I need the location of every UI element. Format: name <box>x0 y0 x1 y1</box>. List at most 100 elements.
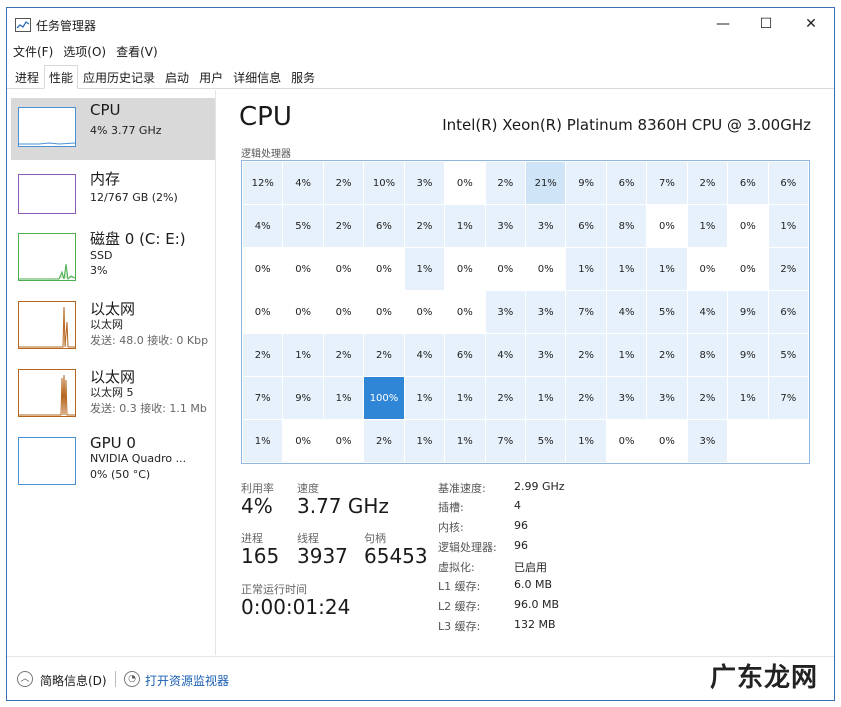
core-cell: 4% <box>687 291 728 333</box>
core-cell: 3% <box>606 377 647 419</box>
sidebar-item-ethernet-1[interactable]: 以太网 以太网 发送: 48.0 接收: 0 Kbp <box>11 295 215 357</box>
chevron-up-icon[interactable]: ︿ <box>17 671 33 687</box>
tab-users[interactable]: 用户 <box>194 65 228 89</box>
core-cell: 1% <box>647 248 687 290</box>
core-cell: 5% <box>525 420 566 462</box>
core-cell: 9% <box>728 291 768 333</box>
core-cell: 12% <box>243 162 283 204</box>
base-speed-label: 基准速度: <box>438 482 486 495</box>
tab-performance[interactable]: 性能 <box>44 65 79 89</box>
core-cell: 7% <box>485 420 525 462</box>
sidebar-item-disk[interactable]: 磁盘 0 (C: E:) SSD 3% <box>11 225 215 287</box>
core-cell: 4% <box>404 334 445 376</box>
core-cell: 9% <box>283 377 323 419</box>
sidebar-item-ethernet-2[interactable]: 以太网 以太网 5 发送: 0.3 接收: 1.1 Mb <box>11 363 215 425</box>
core-cell: 2% <box>687 377 728 419</box>
core-cell: 0% <box>647 420 687 462</box>
sidebar-item-gpu[interactable]: GPU 0 NVIDIA Quadro ... 0% (50 °C) <box>11 431 215 493</box>
core-cell: 1% <box>525 377 566 419</box>
l3-cache-label: L3 缓存: <box>438 620 481 633</box>
core-cell <box>728 420 768 462</box>
ethernet-thumbnail-graph <box>18 301 76 349</box>
minimize-button[interactable]: — <box>703 12 743 36</box>
tab-processes[interactable]: 进程 <box>10 65 44 89</box>
core-cell: 9% <box>728 334 768 376</box>
core-cell: 2% <box>243 334 283 376</box>
core-cell: 0% <box>243 291 283 333</box>
core-cell: 0% <box>283 248 323 290</box>
core-cell: 2% <box>404 205 445 247</box>
core-cell: 3% <box>525 205 566 247</box>
menu-options[interactable]: 选项(O) <box>63 43 106 60</box>
core-cell: 5% <box>647 291 687 333</box>
core-cell: 5% <box>283 205 323 247</box>
core-cell: 0% <box>323 291 364 333</box>
maximize-button[interactable]: ☐ <box>746 12 786 36</box>
core-cell: 1% <box>445 377 485 419</box>
core-cell: 2% <box>364 334 404 376</box>
l1-cache-value: 6.0 MB <box>514 578 553 591</box>
resource-monitor-icon[interactable]: ◔ <box>124 671 140 687</box>
page-title: CPU <box>239 102 292 132</box>
core-cell: 1% <box>404 248 445 290</box>
core-cell: 0% <box>445 162 485 204</box>
core-cell: 100% <box>364 377 404 419</box>
core-cell: 0% <box>445 291 485 333</box>
core-cell: 6% <box>768 291 808 333</box>
close-button[interactable]: ✕ <box>791 12 831 36</box>
sidebar-item-memory[interactable]: 内存 12/767 GB (2%) <box>11 165 215 227</box>
core-cell: 21% <box>525 162 566 204</box>
sidebar-item-name: GPU 0 <box>90 434 136 452</box>
core-cell: 10% <box>364 162 404 204</box>
core-cell: 2% <box>647 334 687 376</box>
menu-file[interactable]: 文件(F) <box>13 43 53 60</box>
virtualization-value: 已启用 <box>514 561 547 574</box>
tab-services[interactable]: 服务 <box>286 65 320 89</box>
menu-view[interactable]: 查看(V) <box>116 43 158 60</box>
core-cell: 0% <box>283 420 323 462</box>
core-cell: 6% <box>445 334 485 376</box>
core-cell: 7% <box>243 377 283 419</box>
core-cell: 9% <box>566 162 606 204</box>
sockets-value: 4 <box>514 499 521 512</box>
tab-startup[interactable]: 启动 <box>160 65 194 89</box>
core-cell: 1% <box>404 377 445 419</box>
cpu-model: Intel(R) Xeon(R) Platinum 8360H CPU @ 3.… <box>442 116 811 134</box>
sidebar-item-detail-2: 发送: 0.3 接收: 1.1 Mb <box>90 402 207 415</box>
tab-details[interactable]: 详细信息 <box>228 65 286 89</box>
tab-app-history[interactable]: 应用历史记录 <box>78 65 160 89</box>
core-cell: 6% <box>364 205 404 247</box>
core-cell: 0% <box>243 248 283 290</box>
core-cell: 3% <box>485 291 525 333</box>
core-cell: 0% <box>525 248 566 290</box>
cpu-thumbnail-graph <box>18 107 76 147</box>
core-cell: 0% <box>364 291 404 333</box>
l2-cache-label: L2 缓存: <box>438 600 481 613</box>
core-cell: 0% <box>283 291 323 333</box>
core-cell: 2% <box>323 205 364 247</box>
core-cell: 6% <box>606 162 647 204</box>
open-resource-monitor-link[interactable]: 打开资源监视器 <box>145 672 229 689</box>
processes-value: 165 <box>241 544 280 568</box>
sidebar-item-detail: 以太网 <box>90 318 123 331</box>
l1-cache-label: L1 缓存: <box>438 580 481 593</box>
fewer-details-button[interactable]: 简略信息(D) <box>40 672 107 689</box>
core-cell: 0% <box>687 248 728 290</box>
tab-bar: 进程 性能 应用历史记录 启动 用户 详细信息 服务 <box>7 65 834 89</box>
core-cell: 1% <box>606 334 647 376</box>
core-cell: 1% <box>404 420 445 462</box>
core-cell: 2% <box>323 162 364 204</box>
core-cell: 2% <box>566 334 606 376</box>
sidebar-item-name: 磁盘 0 (C: E:) <box>90 230 186 248</box>
core-cell: 0% <box>647 205 687 247</box>
core-cell: 0% <box>323 248 364 290</box>
core-cell: 3% <box>485 205 525 247</box>
logical-processor-grid: 12% 4% 2% 10% 3% 0% 2% 21% 9% 6% 7% 2% 6% 6% 4% 5% 2% 6% 2… <box>241 160 810 464</box>
threads-value: 3937 <box>297 544 348 568</box>
core-cell: 1% <box>566 420 606 462</box>
title-bar: 任务管理器 — ☐ ✕ <box>7 8 834 40</box>
core-cell: 0% <box>364 248 404 290</box>
sidebar-item-cpu[interactable]: CPU 4% 3.77 GHz <box>11 98 215 160</box>
task-manager-window: 任务管理器 — ☐ ✕ 文件(F) 选项(O) 查看(V) 进程 性能 应用历史… <box>6 7 835 701</box>
core-cell: 1% <box>445 420 485 462</box>
